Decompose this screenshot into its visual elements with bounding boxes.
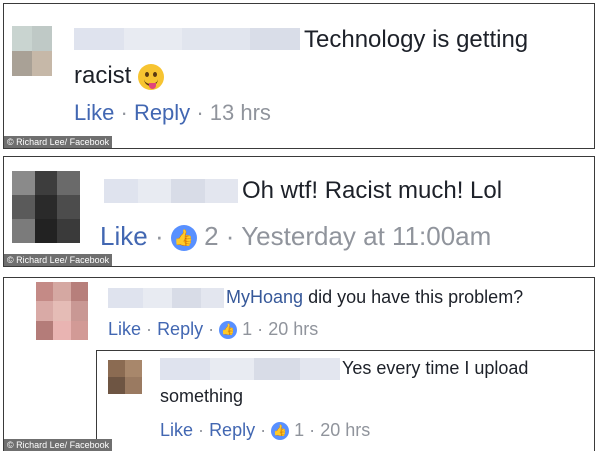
reply-text-line1: Yes every time I upload [342, 358, 529, 378]
reply-thread-line [96, 350, 97, 450]
reply-link[interactable]: Reply [134, 100, 190, 125]
comment-text-word: racist [74, 62, 132, 89]
reaction-count[interactable]: 1 [242, 319, 252, 339]
thumbs-up-icon[interactable]: 👍 [271, 422, 290, 441]
separator: · [225, 221, 235, 251]
separator: · [260, 420, 267, 440]
thumbs-up-icon[interactable]: 👍 [170, 225, 197, 252]
timestamp[interactable]: 13 hrs [210, 100, 271, 125]
comment-2: Oh wtf! Racist much! Lol Like · 👍 2 · Ye… [3, 156, 595, 267]
timestamp[interactable]: 20 hrs [320, 420, 370, 440]
photo-credit: © Richard Lee/ Facebook [4, 254, 113, 266]
reply-text-line2: something [160, 386, 244, 406]
separator: · [309, 420, 316, 440]
like-link[interactable]: Like [108, 319, 141, 339]
comment-text: MyHoang did you have this problem? [226, 287, 523, 308]
commenter-name-blurred[interactable] [108, 288, 224, 308]
timestamp[interactable]: 20 hrs [268, 319, 318, 339]
reply-actions: Like · Reply · 👍 1 · 20 hrs [160, 420, 370, 441]
separator: · [208, 319, 215, 339]
separator: · [154, 221, 164, 251]
separator: · [257, 319, 264, 339]
commenter-name-blurred[interactable] [104, 179, 238, 203]
comment-actions: Like · Reply · 13 hrs [74, 100, 271, 126]
comment-text-line1: Technology is getting [304, 26, 529, 53]
reply-link[interactable]: Reply [157, 319, 203, 339]
photo-credit: © Richard Lee/ Facebook [4, 136, 113, 148]
comment-text: Oh wtf! Racist much! Lol [242, 177, 503, 204]
timestamp[interactable]: Yesterday at 11:00am [241, 221, 491, 251]
reply-link[interactable]: Reply [209, 420, 255, 440]
comment-text-line2: racist [74, 62, 165, 90]
separator: · [196, 100, 204, 125]
separator: · [198, 420, 205, 440]
reaction-count[interactable]: 2 [204, 221, 218, 251]
comment-body: did you have this problem? [308, 287, 524, 307]
comment-actions: Like · 👍 2 · Yesterday at 11:00am [100, 221, 491, 252]
reaction-count[interactable]: 1 [294, 420, 304, 440]
separator: · [146, 319, 153, 339]
like-link[interactable]: Like [160, 420, 193, 440]
like-link[interactable]: Like [100, 221, 148, 251]
comment-1: Technology is getting racist Like · Repl… [3, 3, 595, 149]
avatar-blurred[interactable] [36, 282, 88, 340]
avatar-blurred[interactable] [12, 26, 52, 76]
like-link[interactable]: Like [74, 100, 114, 125]
mentioned-user-link[interactable]: MyHoang [226, 287, 303, 307]
avatar-blurred[interactable] [12, 171, 80, 243]
commenter-name-blurred[interactable] [160, 358, 340, 380]
comment-actions: Like · Reply · 👍 1 · 20 hrs [108, 319, 318, 340]
separator: · [120, 100, 128, 125]
comment-3: MyHoang did you have this problem? Like … [3, 277, 595, 451]
tongue-out-emoji-icon [138, 63, 165, 90]
thumbs-up-icon[interactable]: 👍 [219, 321, 238, 340]
reply-thread-top [96, 350, 594, 351]
avatar-blurred[interactable] [108, 360, 142, 394]
photo-credit: © Richard Lee/ Facebook [4, 439, 113, 451]
commenter-name-blurred[interactable] [74, 28, 300, 50]
